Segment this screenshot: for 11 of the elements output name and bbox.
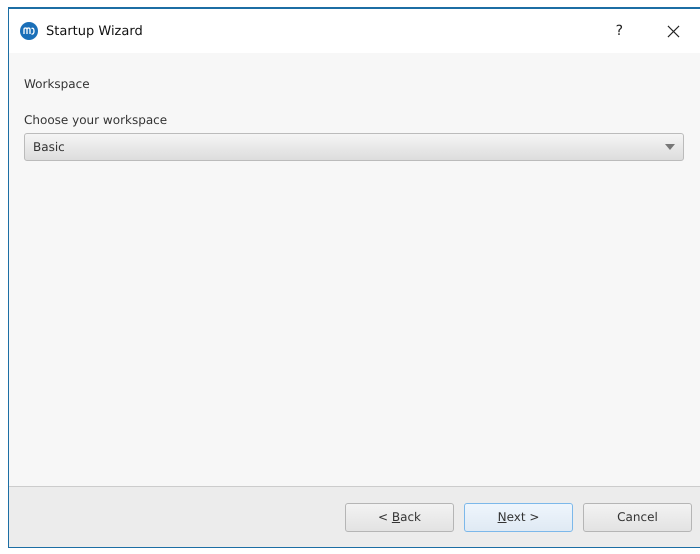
help-button[interactable]: ? — [616, 23, 623, 39]
next-button[interactable]: Next > — [464, 502, 573, 532]
window-title: Startup Wizard — [46, 24, 144, 38]
caret-icon — [665, 144, 675, 150]
back-button[interactable]: < Back — [345, 502, 454, 532]
field-label: Choose your workspace — [24, 113, 168, 129]
workspace-dropdown[interactable]: Basic — [24, 133, 684, 161]
app-logo-icon — [20, 22, 38, 40]
page-heading: Workspace — [24, 77, 91, 93]
cancel-button[interactable]: Cancel — [583, 502, 692, 532]
close-icon[interactable] — [667, 24, 680, 38]
